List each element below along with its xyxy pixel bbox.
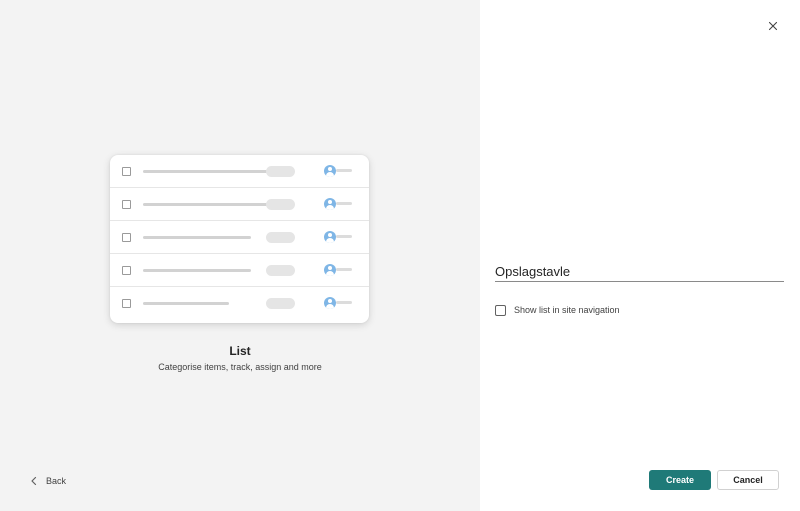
preview-text-line: [143, 203, 271, 206]
preview-row: [110, 254, 369, 287]
preview-checkbox-icon: [122, 200, 131, 209]
preview-name-line: [336, 169, 352, 172]
preview-avatar-icon: [324, 264, 336, 276]
preview-row: [110, 188, 369, 221]
preview-avatar-icon: [324, 165, 336, 177]
show-in-navigation-checkbox[interactable]: [495, 304, 506, 316]
preview-tag-pill: [266, 298, 295, 309]
preview-tag-pill: [266, 199, 295, 210]
close-icon: [768, 21, 778, 31]
template-title: List: [229, 344, 251, 358]
preview-text-line: [143, 302, 229, 305]
preview-checkbox-icon: [122, 266, 131, 275]
list-preview-illustration: [110, 155, 369, 323]
preview-checkbox-icon: [122, 167, 131, 176]
preview-checkbox-icon: [122, 233, 131, 242]
preview-row: [110, 287, 369, 320]
template-preview-pane: List Categorise items, track, assign and…: [0, 0, 480, 511]
preview-tag-pill: [266, 232, 295, 243]
close-button[interactable]: [766, 19, 780, 33]
preview-avatar-icon: [324, 231, 336, 243]
preview-text-line: [143, 170, 271, 173]
preview-row: [110, 155, 369, 188]
template-description: Categorise items, track, assign and more: [158, 362, 322, 372]
preview-text-line: [143, 236, 251, 239]
preview-row: [110, 221, 369, 254]
create-list-dialog: List Categorise items, track, assign and…: [0, 0, 800, 511]
details-pane: [480, 0, 800, 511]
preview-tag-pill: [266, 166, 295, 177]
preview-name-line: [336, 301, 352, 304]
preview-avatar-icon: [324, 198, 336, 210]
back-button[interactable]: Back: [30, 474, 66, 488]
create-button[interactable]: Create: [649, 470, 711, 490]
preview-tag-pill: [266, 265, 295, 276]
preview-avatar-icon: [324, 297, 336, 309]
preview-text-line: [143, 269, 251, 272]
preview-name-line: [336, 268, 352, 271]
list-name-input[interactable]: [495, 262, 784, 282]
show-in-navigation-label: Show list in site navigation: [514, 305, 620, 315]
cancel-button[interactable]: Cancel: [717, 470, 779, 490]
back-label: Back: [46, 476, 67, 486]
show-in-navigation-option[interactable]: Show list in site navigation: [495, 304, 620, 316]
preview-name-line: [336, 235, 352, 238]
preview-checkbox-icon: [122, 299, 131, 308]
preview-name-line: [336, 202, 352, 205]
chevron-left-icon: [31, 476, 37, 486]
